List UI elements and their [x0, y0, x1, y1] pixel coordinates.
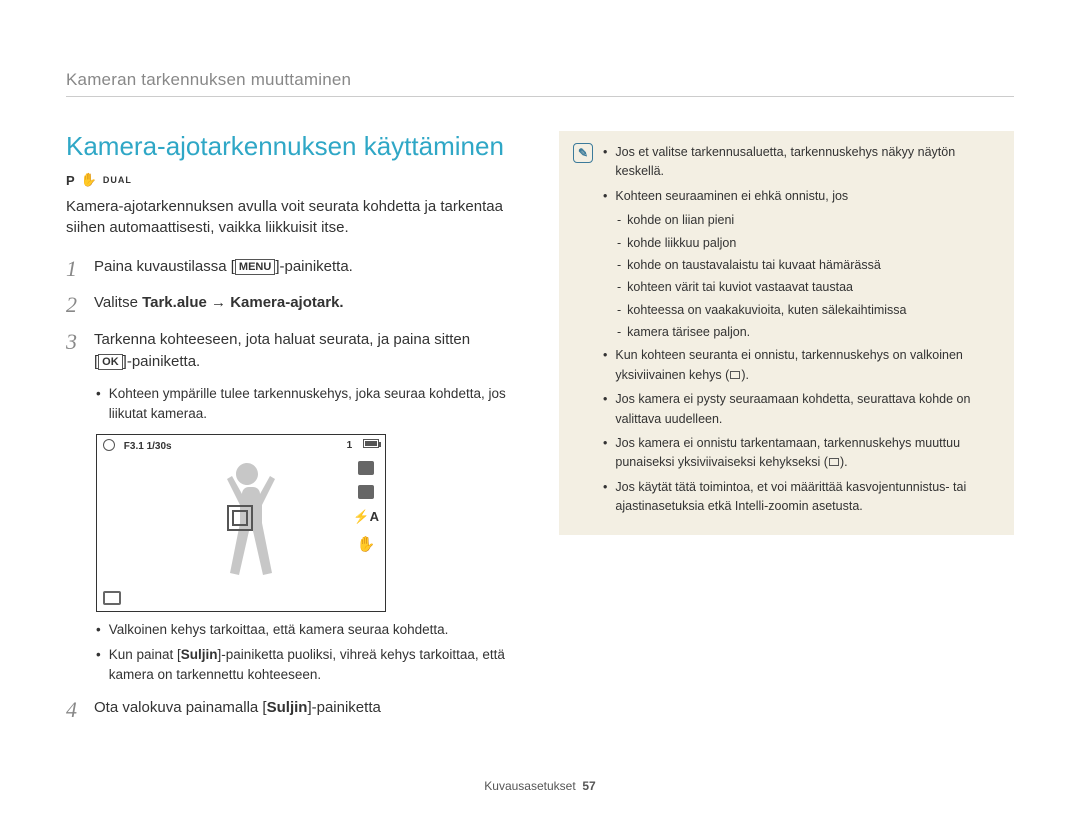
step-4: 4 Ota valokuva painamalla [Suljin]-paini…: [66, 697, 521, 723]
left-column: Kamera-ajotarkennuksen käyttäminen P ✋ D…: [66, 131, 521, 733]
note-3-pre: Kun kohteen seuranta ei onnistu, tarkenn…: [615, 348, 962, 381]
playback-icon: [103, 591, 121, 605]
bullet-dot: •: [603, 143, 607, 182]
step-number: 1: [66, 256, 84, 282]
bullet-dot: •: [603, 478, 607, 517]
note-2-lead: Kohteen seuraaminen ei ehkä onnistu, jos: [615, 187, 848, 206]
post-bullet-2-bold: Suljin: [181, 647, 218, 662]
note-1: Jos et valitse tarkennusaluetta, tarkenn…: [615, 143, 1000, 182]
note-2-d2: kohde liikkuu paljon: [627, 234, 736, 253]
breadcrumb: Kameran tarkennuksen muuttaminen: [66, 70, 1014, 90]
step3-line2-post: ]-painiketta.: [123, 353, 201, 370]
note-2-d3: kohde on taustavalaistu tai kuvaat hämär…: [627, 256, 881, 275]
section-title: Kamera-ajotarkennuksen käyttäminen: [66, 131, 521, 162]
bullet-dot: •: [603, 434, 607, 473]
note-2-d4: kohteen värit tai kuviot vastaavat taust…: [627, 278, 853, 297]
note-4: Jos kamera ei pysty seuraamaan kohdetta,…: [615, 390, 1000, 429]
step3-subbullets: • Kohteen ympärille tulee tarkennuskehys…: [96, 384, 521, 425]
bullet-dot: •: [603, 390, 607, 429]
bullet-dot: •: [96, 620, 101, 640]
page-footer: Kuvausasetukset 57: [0, 779, 1080, 793]
step-3: 3 Tarkenna kohteeseen, jota haluat seura…: [66, 329, 521, 374]
image-size-icon: [358, 485, 374, 499]
post-image-bullets: • Valkoinen kehys tarkoittaa, että kamer…: [96, 620, 521, 685]
ok-button-label: OK: [98, 354, 123, 370]
note-5-pre: Jos kamera ei onnistu tarkentamaan, tark…: [615, 436, 960, 469]
footer-section: Kuvausasetukset: [484, 779, 575, 793]
menu-button-label: MENU: [235, 259, 275, 275]
frame-icon: [829, 458, 839, 466]
step2-bold1: Tark.alue: [142, 294, 207, 311]
step-number: 2: [66, 292, 84, 318]
note-box: ✎ • Jos et valitse tarkennusaluetta, tar…: [559, 131, 1014, 535]
camera-preview-illustration: F3.1 1/30s 1 ⚡A ✋: [96, 434, 386, 612]
flash-icon: ⚡A: [353, 509, 379, 525]
note-3-post: ).: [741, 368, 749, 382]
step4-post: ]-painiketta: [307, 699, 380, 716]
mode-badges: P ✋ DUAL: [66, 172, 521, 188]
battery-icon: [363, 439, 379, 448]
note-2-d1: kohde on liian pieni: [627, 211, 734, 230]
count-readout: 1: [347, 440, 353, 451]
header-rule: [66, 96, 1014, 97]
step2-bold2: Kamera-ajotark.: [230, 294, 343, 311]
note-2-d6: kamera tärisee paljon.: [627, 323, 750, 342]
right-column: ✎ • Jos et valitse tarkennusaluetta, tar…: [559, 131, 1014, 733]
post-bullet-2-pre: Kun painat [: [109, 647, 181, 662]
mode-p-icon: P: [66, 173, 75, 188]
footer-page-number: 57: [582, 779, 595, 793]
step-2: 2 Valitse Tark.alue → Kamera-ajotark.: [66, 292, 521, 318]
post-bullet-1: Valkoinen kehys tarkoittaa, että kamera …: [109, 620, 449, 640]
step2-arrow: →: [207, 294, 230, 311]
note-icon: ✎: [573, 143, 593, 163]
bullet-dot: •: [603, 346, 607, 385]
step-number: 3: [66, 329, 84, 374]
step1-pre: Paina kuvaustilassa [: [94, 258, 235, 275]
stabilizer-icon: ✋: [357, 535, 376, 553]
bullet-dot: •: [603, 187, 607, 206]
step-number: 4: [66, 697, 84, 723]
step4-pre: Ota valokuva painamalla [: [94, 699, 267, 716]
dual-label: DUAL: [103, 175, 132, 185]
lens-icon: [103, 439, 115, 451]
exposure-readout: F3.1 1/30s: [124, 441, 172, 452]
note-2-d5: kohteessa on vaakakuvioita, kuten säleka…: [627, 301, 906, 320]
note-5-post: ).: [840, 455, 848, 469]
step1-post: ]-painiketta.: [275, 258, 353, 275]
bullet-dot: •: [96, 384, 101, 425]
intro-text: Kamera-ajotarkennuksen avulla voit seura…: [66, 196, 521, 238]
step2-pre: Valitse: [94, 294, 142, 311]
step3-line1: Tarkenna kohteeseen, jota haluat seurata…: [94, 329, 521, 352]
step4-bold: Suljin: [267, 699, 308, 716]
bullet-dot: •: [96, 645, 101, 686]
frame-icon: [730, 371, 740, 379]
step-1: 1 Paina kuvaustilassa [MENU]-painiketta.: [66, 256, 521, 282]
note-6: Jos käytät tätä toimintoa, et voi määrit…: [615, 478, 1000, 517]
hand-icon: ✋: [81, 172, 97, 188]
mode-icon: [358, 461, 374, 475]
focus-frame-icon: [227, 505, 253, 531]
step3-bullet1: Kohteen ympärille tulee tarkennuskehys, …: [109, 384, 521, 425]
